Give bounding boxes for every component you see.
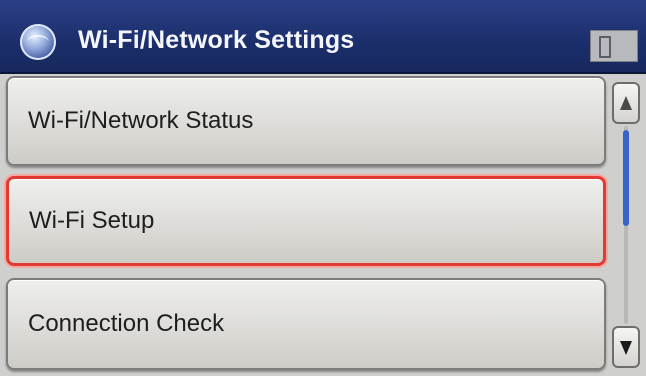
settings-menu: Wi-Fi/Network Status Wi-Fi Setup Connect… bbox=[6, 76, 606, 372]
title-bar: Wi-Fi/Network Settings bbox=[0, 0, 646, 74]
scroll-up-button[interactable] bbox=[612, 82, 640, 124]
globe-icon bbox=[20, 24, 56, 60]
scroll-up-arrow-icon bbox=[620, 96, 632, 110]
menu-item-label: Wi-Fi Setup bbox=[29, 207, 155, 234]
menu-item-label: Connection Check bbox=[28, 310, 225, 337]
scroll-down-button[interactable] bbox=[612, 326, 640, 368]
page-title: Wi-Fi/Network Settings bbox=[78, 26, 355, 54]
menu-item-wifi-setup[interactable]: Wi-Fi Setup bbox=[6, 176, 606, 266]
scroll-thumb[interactable] bbox=[623, 130, 629, 226]
menu-item-connection-check[interactable]: Connection Check bbox=[6, 278, 606, 370]
scroll-down-arrow-icon bbox=[620, 341, 632, 355]
printer-lcd-screen: Wi-Fi/Network Settings Wi-Fi/Network Sta… bbox=[0, 0, 646, 376]
menu-item-label: Wi-Fi/Network Status bbox=[28, 107, 254, 134]
menu-item-wifi-network-status[interactable]: Wi-Fi/Network Status bbox=[6, 76, 606, 166]
status-indicator-icon bbox=[590, 30, 638, 62]
scrollbar[interactable] bbox=[612, 82, 640, 368]
